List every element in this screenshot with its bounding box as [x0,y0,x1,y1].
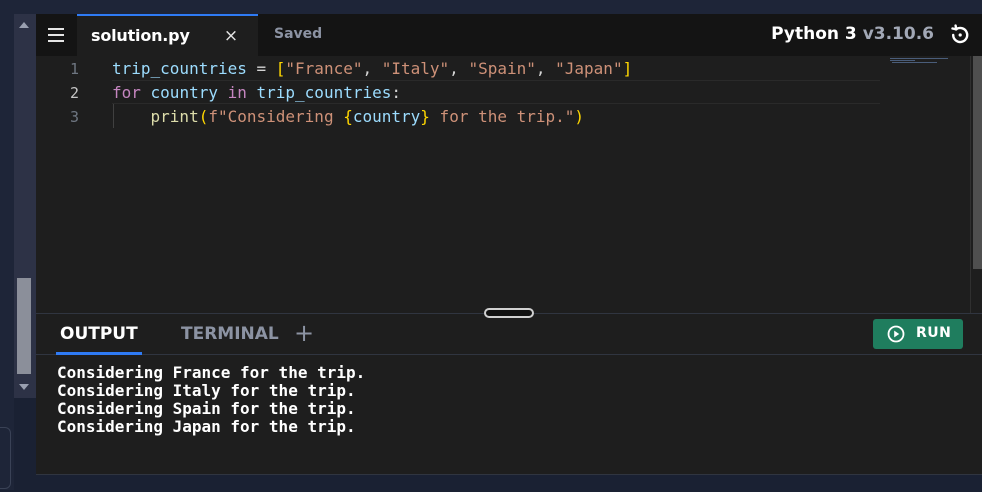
side-card-edge [0,427,11,489]
scrollbar-thumb[interactable] [17,278,31,374]
output-line: Considering Italy for the trip. [57,381,356,400]
output-line: Considering Japan for the trip. [57,417,356,436]
file-tab-name: solution.py [91,26,190,45]
save-status: Saved [274,26,323,42]
line-number: 3 [69,108,79,126]
code-token: { [343,107,353,126]
editor-scrollbar[interactable] [970,56,982,313]
python-version-label: Python 3 v3.10.6 [771,24,934,44]
code-editor-window: solution.py × Saved Python 3 v3.10.6 1 2… [36,14,982,492]
editor-tab-bar: solution.py × Saved Python 3 v3.10.6 [36,14,982,56]
hamburger-menu-icon[interactable] [44,23,68,47]
code-token: ( [198,107,209,126]
scroll-down-arrow-icon[interactable] [19,384,29,390]
bottom-panel: OUTPUT TERMINAL + RUN Considering France… [36,313,982,492]
run-button-label: RUN [916,325,952,341]
code-token: , [449,59,469,78]
code-token: print [150,107,199,126]
page-scrollbar[interactable] [14,14,36,398]
code-token: , [535,59,556,78]
code-token: country [140,83,228,102]
code-token: = [246,59,276,78]
code-token: ) [574,107,585,126]
code-token: trip_countries [246,83,392,102]
code-token: for the trip." [429,107,575,126]
code-token: country [352,107,421,126]
code-token: "Italy" [381,59,450,78]
tab-terminal[interactable]: TERMINAL [181,324,279,344]
code-line: trip_countries = ["France", "Italy", "Sp… [112,57,632,81]
run-button[interactable]: RUN [873,319,963,349]
code-token: "Spain" [468,59,536,78]
panel-tab-bar: OUTPUT TERMINAL + RUN [36,314,982,355]
scroll-up-arrow-icon[interactable] [19,22,29,28]
left-rail [0,14,14,490]
code-token: f"Considering [208,107,344,126]
code-token: for [112,83,141,102]
code-token: "France" [285,59,363,78]
play-circle-icon [887,325,905,343]
code-editor[interactable]: 1 2 3 trip_countries = ["France", "Italy… [36,56,982,313]
language-name: Python 3 [771,24,857,44]
code-token: trip_countries [112,59,247,78]
code-line: for country in trip_countries: [112,81,401,105]
code-token: ] [622,59,633,78]
output-console: Considering France for the trip. Conside… [36,355,982,475]
line-number: 1 [69,60,79,78]
line-number: 2 [69,84,79,102]
file-tab-solution[interactable]: solution.py × [77,14,258,56]
panel-footer [36,474,982,492]
output-line: Considering Spain for the trip. [57,399,356,418]
code-token: [ [275,59,286,78]
close-icon[interactable]: × [221,26,241,46]
code-token: in [227,83,247,102]
code-token: } [420,107,430,126]
editor-scrollbar-thumb[interactable] [973,56,982,269]
tab-output[interactable]: OUTPUT [56,324,142,355]
panel-resize-handle[interactable] [484,308,534,318]
code-token: "Japan" [555,59,623,78]
code-token: , [362,59,382,78]
reset-icon[interactable] [948,23,972,47]
window-top-strip [0,0,982,14]
code-line: print(f"Considering {country} for the tr… [112,105,585,129]
output-line: Considering France for the trip. [57,363,366,382]
language-version: v3.10.6 [862,24,934,44]
plus-icon[interactable]: + [294,319,314,347]
code-token: : [391,83,402,102]
minimap[interactable] [888,56,968,66]
